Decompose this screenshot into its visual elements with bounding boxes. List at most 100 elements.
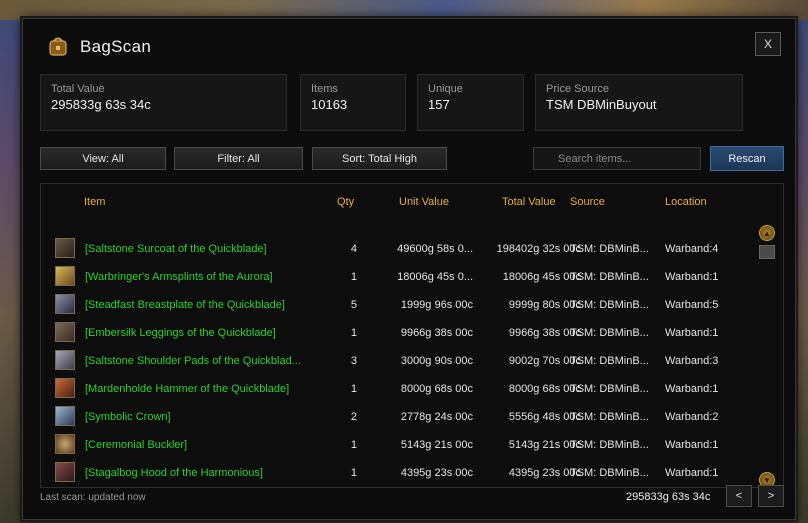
item-location: Warband:2 [665,411,719,423]
item-total-value: 8000g 68s 00c [508,383,581,395]
stat-value: 10163 [311,97,348,112]
next-page-button[interactable]: > [758,485,784,507]
header-total-value[interactable]: Total Value [502,196,556,208]
item-qty: 1 [350,439,357,451]
buckler-icon [55,434,75,454]
item-link[interactable]: [Embersilk Leggings of the Quickblade] [85,327,276,339]
item-qty: 5 [350,299,357,311]
hood-icon [55,462,75,482]
item-unit-value: 3000g 90s 00c [400,355,473,367]
item-location: Warband:1 [665,467,719,479]
item-link[interactable]: [Symbolic Crown] [85,411,171,423]
item-unit-value: 9966g 38s 00c [400,327,473,339]
item-unit-value: 18006g 45s 0... [397,271,473,283]
header-qty[interactable]: Qty [337,196,354,208]
armor-chest-icon [55,238,75,258]
item-qty: 3 [350,355,357,367]
table-row[interactable]: [Saltstone Surcoat of the Quickblade] 4 … [41,235,761,263]
item-source: TSM: DBMinB... [570,299,649,311]
prev-page-button[interactable]: < [726,485,752,507]
view-button[interactable]: View: All [40,147,166,170]
item-link[interactable]: [Saltstone Shoulder Pads of the Quickbla… [85,355,301,367]
stat-label: Unique [428,83,463,95]
table-row[interactable]: [Stagalbog Hood of the Harmonious] 1 439… [41,459,761,487]
filter-button[interactable]: Filter: All [174,147,303,170]
rescan-button[interactable]: Rescan [710,146,784,171]
close-button[interactable]: X [755,32,781,56]
item-link[interactable]: [Stagalbog Hood of the Harmonious] [85,467,263,479]
shoulder-pads-icon [55,350,75,370]
bracers-icon [55,266,75,286]
item-link[interactable]: [Steadfast Breastplate of the Quickblade… [85,299,285,311]
stat-value: TSM DBMinBuyout [546,97,657,112]
stat-total-value: Total Value 295833g 63s 34c [40,74,287,131]
item-total-value: 9999g 80s 00c [508,299,581,311]
item-total-value: 198402g 32s 00c [496,243,581,255]
stat-items: Items 10163 [300,74,406,131]
stat-unique: Unique 157 [417,74,524,131]
breastplate-icon [55,294,75,314]
item-source: TSM: DBMinB... [570,327,649,339]
item-location: Warband:3 [665,355,719,367]
stat-label: Price Source [546,83,609,95]
header-unit-value[interactable]: Unit Value [399,196,449,208]
item-source: TSM: DBMinB... [570,411,649,423]
table-row[interactable]: [Embersilk Leggings of the Quickblade] 1… [41,319,761,347]
table-header: Item Qty Unit Value Total Value Source L… [41,196,783,212]
item-source: TSM: DBMinB... [570,467,649,479]
item-qty: 1 [350,383,357,395]
search-input[interactable] [533,147,701,170]
title-bar[interactable]: BagScan X [23,19,795,71]
item-source: TSM: DBMinB... [570,439,649,451]
window-title: BagScan [80,37,152,56]
table-row[interactable]: [Steadfast Breastplate of the Quickblade… [41,291,761,319]
item-location: Warband:4 [665,243,719,255]
item-unit-value: 4395g 23s 00c [400,467,473,479]
bagscan-window: BagScan X Total Value 295833g 63s 34c It… [22,18,796,520]
footer-total-value: 295833g 63s 34c [626,491,711,503]
header-source[interactable]: Source [570,196,605,208]
item-location: Warband:1 [665,439,719,451]
header-item[interactable]: Item [84,196,105,208]
scrollbar-thumb[interactable] [759,245,775,259]
item-unit-value: 5143g 21s 00c [400,439,473,451]
stat-label: Items [311,83,338,95]
table-row[interactable]: [Warbringer's Armsplints of the Aurora] … [41,263,761,291]
table-row[interactable]: [Saltstone Shoulder Pads of the Quickbla… [41,347,761,375]
item-location: Warband:1 [665,271,719,283]
table-row[interactable]: [Symbolic Crown] 2 2778g 24s 00c 5556g 4… [41,403,761,431]
item-unit-value: 49600g 58s 0... [397,243,473,255]
game-world-background [0,0,808,20]
last-scan-status: Last scan: updated now [40,492,146,503]
item-unit-value: 2778g 24s 00c [400,411,473,423]
item-unit-value: 8000g 68s 00c [400,383,473,395]
item-total-value: 4395g 23s 00c [508,467,581,479]
items-table: Item Qty Unit Value Total Value Source L… [40,183,784,488]
item-qty: 1 [350,327,357,339]
item-location: Warband:1 [665,327,719,339]
item-total-value: 5143g 21s 00c [508,439,581,451]
table-row[interactable]: [Mardenholde Hammer of the Quickblade] 1… [41,375,761,403]
header-location[interactable]: Location [665,196,707,208]
item-link[interactable]: [Mardenholde Hammer of the Quickblade] [85,383,289,395]
scroll-up-icon[interactable]: ▲ [759,225,775,241]
item-link[interactable]: [Ceremonial Buckler] [85,439,187,451]
item-total-value: 9002g 70s 00c [508,355,581,367]
item-total-value: 5556g 48s 00c [508,411,581,423]
item-link[interactable]: [Warbringer's Armsplints of the Aurora] [85,271,273,283]
sort-button[interactable]: Sort: Total High [312,147,447,170]
bag-icon [49,37,67,56]
leggings-icon [55,322,75,342]
table-row[interactable]: [Ceremonial Buckler] 1 5143g 21s 00c 514… [41,431,761,459]
item-link[interactable]: [Saltstone Surcoat of the Quickblade] [85,243,267,255]
item-qty: 1 [350,271,357,283]
item-source: TSM: DBMinB... [570,383,649,395]
item-qty: 4 [350,243,357,255]
item-source: TSM: DBMinB... [570,271,649,283]
item-qty: 1 [350,467,357,479]
item-location: Warband:1 [665,383,719,395]
item-source: TSM: DBMinB... [570,355,649,367]
hammer-icon [55,378,75,398]
item-location: Warband:5 [665,299,719,311]
crown-icon [55,406,75,426]
